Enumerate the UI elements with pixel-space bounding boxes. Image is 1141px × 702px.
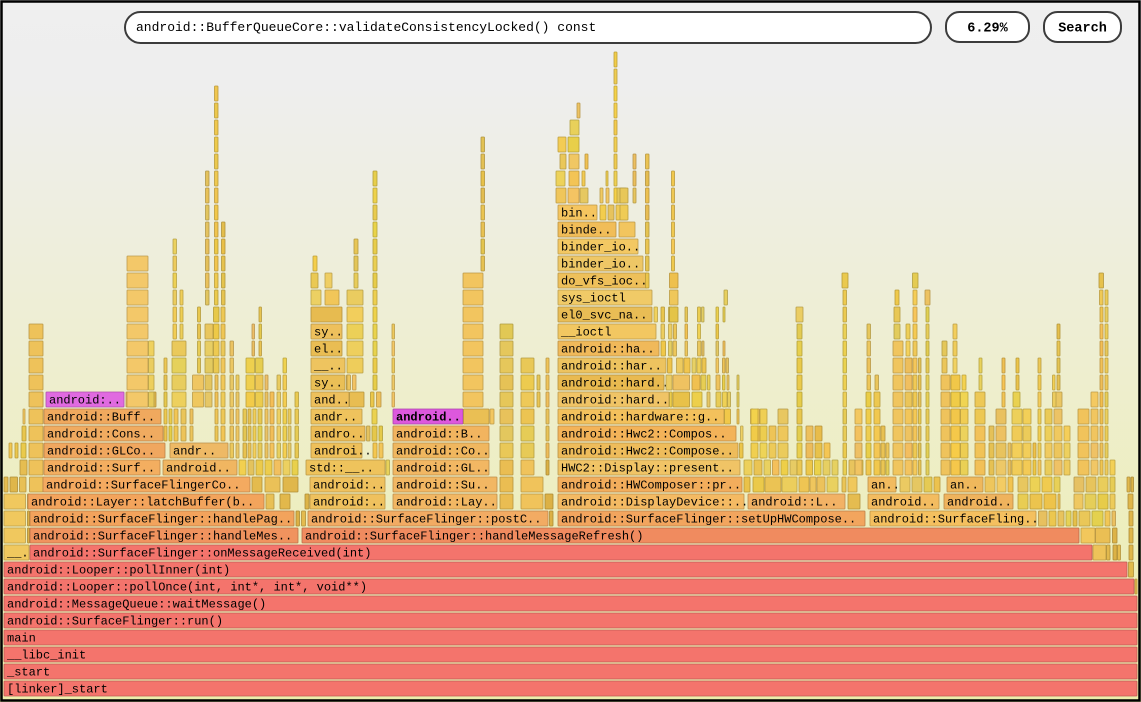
svg-text:android::Looper::pollOnce(int,: android::Looper::pollOnce(int, int*, int… bbox=[7, 581, 367, 595]
svg-text:binder_io..: binder_io.. bbox=[561, 241, 640, 255]
svg-text:android::L..: android::L.. bbox=[751, 496, 837, 510]
svg-text:bin..: bin.. bbox=[561, 207, 597, 221]
svg-text:android::B..: android::B.. bbox=[396, 428, 482, 442]
svg-text:android::Looper::pollInner(int: android::Looper::pollInner(int) bbox=[7, 564, 230, 578]
svg-text:android..: android.. bbox=[166, 462, 231, 476]
svg-text:[linker]_start: [linker]_start bbox=[7, 683, 108, 697]
svg-text:android::Hwc2::Compos..: android::Hwc2::Compos.. bbox=[561, 428, 727, 442]
svg-text:__.: __. bbox=[6, 547, 29, 561]
svg-text:android::Co..: android::Co.. bbox=[396, 445, 490, 459]
svg-text:andr..: andr.. bbox=[173, 445, 216, 459]
svg-text:android:..: android:.. bbox=[313, 496, 385, 510]
svg-text:android::Buff..: android::Buff.. bbox=[47, 411, 155, 425]
svg-text:main: main bbox=[7, 632, 36, 646]
svg-text:HWC2::Display::present..: HWC2::Display::present.. bbox=[561, 462, 734, 476]
svg-text:android::hard..: android::hard.. bbox=[561, 377, 669, 391]
svg-text:android::GLCo..: android::GLCo.. bbox=[47, 445, 155, 459]
svg-text:el..: el.. bbox=[314, 343, 343, 357]
svg-text:android::SurfaceFlinger::handl: android::SurfaceFlinger::handleMes.. bbox=[33, 530, 292, 544]
svg-text:android::Hwc2::Compose..: android::Hwc2::Compose.. bbox=[561, 445, 734, 459]
svg-text:do_vfs_ioc..: do_vfs_ioc.. bbox=[561, 275, 647, 289]
svg-text:android::DisplayDevice::..: android::DisplayDevice::.. bbox=[561, 496, 748, 510]
svg-text:android::SurfaceFlinger::postC: android::SurfaceFlinger::postC.. bbox=[311, 513, 541, 527]
svg-text:andro..: andro.. bbox=[314, 428, 364, 442]
svg-text:an..: an.. bbox=[950, 479, 979, 493]
svg-text:android::MessageQueue::waitMes: android::MessageQueue::waitMessage() bbox=[7, 598, 266, 612]
svg-text:android::Lay..: android::Lay.. bbox=[396, 496, 497, 510]
svg-text:and..: and.. bbox=[314, 394, 350, 408]
svg-text:android::hardware::g..: android::hardware::g.. bbox=[561, 411, 719, 425]
svg-text:sy..: sy.. bbox=[314, 326, 343, 340]
svg-text:sys_ioctl: sys_ioctl bbox=[561, 292, 626, 306]
svg-text:6.29%: 6.29% bbox=[967, 22, 1008, 37]
svg-text:android:..: android:.. bbox=[313, 479, 385, 493]
svg-text:android::har..: android::har.. bbox=[561, 360, 662, 374]
svg-text:android::GL..: android::GL.. bbox=[396, 462, 490, 476]
svg-text:android::BufferQueueCore::vali: android::BufferQueueCore::validateConsis… bbox=[136, 20, 596, 35]
svg-text:android::Cons..: android::Cons.. bbox=[47, 428, 155, 442]
svg-text:android::ha..: android::ha.. bbox=[561, 343, 655, 357]
svg-text:android::Surf..: android::Surf.. bbox=[47, 462, 155, 476]
svg-text:binde..: binde.. bbox=[561, 224, 611, 238]
svg-text:android..: android.. bbox=[947, 496, 1012, 510]
svg-text:android::Su..: android::Su.. bbox=[396, 479, 490, 493]
svg-text:el0_svc_na..: el0_svc_na.. bbox=[561, 309, 647, 323]
svg-text:android::SurfaceFlinger::setUp: android::SurfaceFlinger::setUpHWCompose.… bbox=[561, 513, 856, 527]
svg-text:android::HWComposer::pr..: android::HWComposer::pr.. bbox=[561, 479, 741, 493]
svg-text:android..: android.. bbox=[871, 496, 936, 510]
svg-text:android::SurfaceFlinger::handl: android::SurfaceFlinger::handlePag.. bbox=[33, 513, 292, 527]
svg-text:android::SurfaceFlinger::handl: android::SurfaceFlinger::handleMessageRe… bbox=[305, 530, 643, 544]
svg-text:_start: _start bbox=[6, 666, 50, 680]
svg-text:Search: Search bbox=[1058, 22, 1107, 37]
svg-text:android::SurfaceFlinger::run(): android::SurfaceFlinger::run() bbox=[7, 615, 223, 629]
svg-text:android::Layer::latchBuffer(b.: android::Layer::latchBuffer(b.. bbox=[31, 496, 254, 510]
svg-text:andr..: andr.. bbox=[314, 411, 357, 425]
svg-text:android..: android.. bbox=[396, 411, 461, 425]
svg-text:androi..: androi.. bbox=[314, 445, 372, 459]
svg-text:android:..: android:.. bbox=[49, 394, 121, 408]
svg-text:__libc_init: __libc_init bbox=[6, 649, 86, 663]
svg-text:__..: __.. bbox=[313, 360, 343, 374]
svg-text:__ioctl: __ioctl bbox=[560, 326, 611, 340]
svg-text:sy..: sy.. bbox=[314, 377, 343, 391]
svg-text:std::__..: std::__.. bbox=[309, 462, 374, 476]
svg-text:binder_io..: binder_io.. bbox=[561, 258, 640, 272]
svg-text:an..: an.. bbox=[871, 479, 900, 493]
svg-text:android::SurfaceFling..: android::SurfaceFling.. bbox=[873, 513, 1039, 527]
svg-text:android::SurfaceFlinger::onMes: android::SurfaceFlinger::onMessageReceiv… bbox=[33, 547, 371, 561]
svg-text:android::hard..: android::hard.. bbox=[561, 394, 669, 408]
svg-text:android::SurfaceFlingerCo..: android::SurfaceFlingerCo.. bbox=[46, 479, 240, 493]
